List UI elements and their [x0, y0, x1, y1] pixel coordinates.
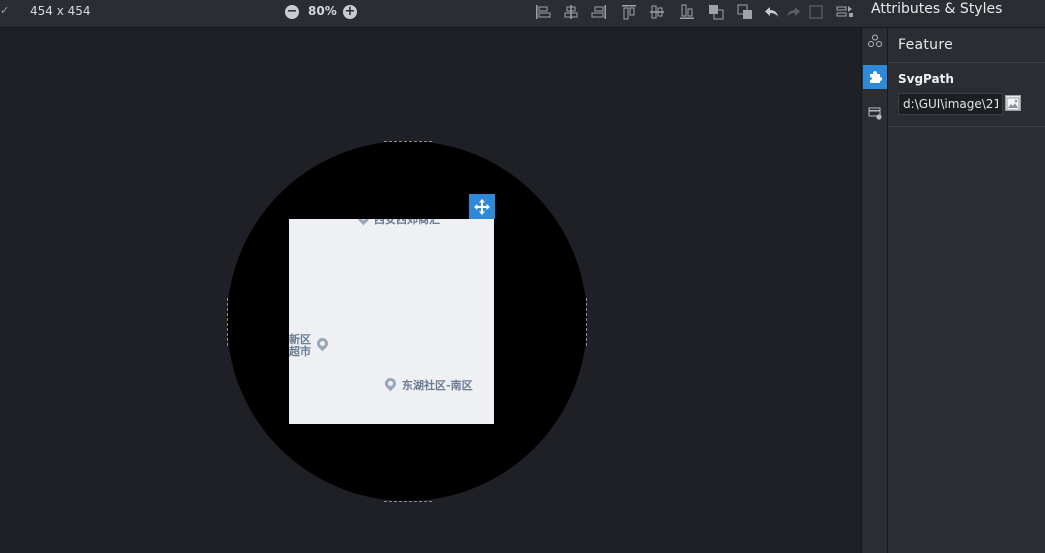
divider	[888, 126, 1045, 127]
map-image-widget[interactable]: 西安西郊商汇 新区 超市 东湖社区-南区	[289, 219, 494, 424]
feature-title: Feature	[898, 37, 954, 53]
align-center-horizontal-icon[interactable]	[561, 2, 581, 22]
zoom-out-icon[interactable]: −	[285, 5, 299, 19]
map-pin-icon	[355, 219, 372, 226]
properties-panel: Feature SvgPath	[887, 28, 1045, 553]
svgpath-input[interactable]	[898, 93, 1003, 115]
panel-sidebar	[861, 28, 888, 553]
settings-sliders-icon[interactable]	[835, 2, 855, 22]
redo-icon[interactable]	[783, 2, 803, 22]
align-bottom-icon[interactable]	[677, 2, 697, 22]
map-label-left-2: 超市	[289, 345, 311, 358]
map-label-top: 西安西郊商汇	[374, 219, 440, 226]
bring-forward-icon[interactable]	[706, 2, 726, 22]
move-handle-icon[interactable]	[469, 194, 495, 219]
undo-icon[interactable]	[762, 2, 782, 22]
feature-puzzle-icon[interactable]	[863, 65, 887, 89]
image-picker-icon[interactable]	[1005, 95, 1021, 111]
zoom-in-icon[interactable]: +	[343, 5, 357, 19]
send-backward-icon[interactable]	[735, 2, 755, 22]
select-box-icon[interactable]	[806, 2, 826, 22]
map-pin-icon	[314, 335, 331, 352]
selection-guide-left	[227, 298, 228, 346]
panel-title: Attributes & Styles	[871, 1, 1003, 17]
toolbar: ✓ 454 x 454 − 80% + Attributes & Styles	[0, 0, 1045, 28]
align-middle-vertical-icon[interactable]	[647, 2, 667, 22]
checkmark-icon: ✓	[0, 4, 10, 17]
selection-guide-top	[384, 141, 432, 142]
align-top-icon[interactable]	[619, 2, 639, 22]
feature-header: Feature	[888, 28, 1045, 63]
map-pin-icon	[382, 375, 399, 392]
components-icon[interactable]	[863, 29, 887, 53]
canvas-size-label: 454 x 454	[30, 4, 91, 18]
align-left-icon[interactable]	[533, 2, 553, 22]
map-label-bottom: 东湖社区-南区	[402, 379, 473, 392]
selection-guide-bottom	[384, 501, 432, 502]
zoom-level: 80%	[308, 4, 337, 18]
svgpath-label: SvgPath	[898, 72, 954, 86]
selection-guide-right	[586, 298, 587, 346]
align-right-icon[interactable]	[589, 2, 609, 22]
events-settings-icon[interactable]	[863, 101, 887, 125]
